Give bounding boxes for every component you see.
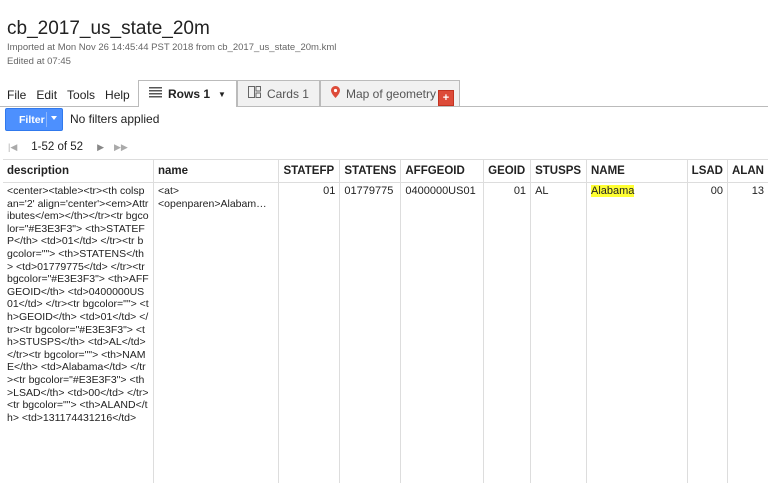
column-header[interactable]: description: [3, 159, 155, 183]
column-header[interactable]: name: [153, 159, 280, 183]
edit-info: Edited at 07:45: [7, 56, 71, 67]
cell-name-line: <at>: [158, 185, 180, 197]
filter-status: No filters applied: [70, 112, 160, 126]
map-pin-icon: [330, 86, 340, 101]
pager-range: 1-52 of 52: [31, 141, 84, 153]
cell-aland[interactable]: 13: [727, 183, 768, 483]
rows-list-icon: [149, 87, 162, 101]
cell-lsad[interactable]: 00: [687, 182, 728, 483]
next-page-icon[interactable]: ▶: [97, 142, 104, 153]
search-highlight: Alabama: [590, 185, 635, 197]
cell-stusps[interactable]: AL: [530, 182, 587, 483]
add-tab-button[interactable]: +: [438, 90, 454, 106]
column-header[interactable]: STUSPS: [530, 159, 587, 183]
tab-rows-label: Rows 1: [168, 87, 211, 101]
menu-file[interactable]: File: [7, 88, 26, 102]
dropdown-caret-icon[interactable]: ▼: [218, 90, 226, 99]
cell-statens[interactable]: 01779775: [339, 182, 402, 483]
column-header[interactable]: LSAD: [687, 159, 728, 183]
tab-map-label: Map of geometry: [345, 86, 437, 101]
menu-tools[interactable]: Tools: [67, 88, 95, 102]
menu-bar: File Edit Tools Help: [7, 88, 130, 102]
data-table: description name STATEFP STATENS AFFGEOI…: [3, 159, 768, 483]
cell-name-upper[interactable]: Alabama: [586, 182, 688, 483]
tab-cards[interactable]: Cards 1: [236, 80, 320, 106]
import-info: Imported at Mon Nov 26 14:45:44 PST 2018…: [7, 42, 337, 53]
view-tabs: Rows 1 ▼ Cards 1 Map of geometry: [138, 80, 460, 107]
cell-name-line: <openparen>Alabam…: [158, 198, 267, 210]
column-header[interactable]: NAME: [586, 159, 688, 183]
column-header[interactable]: STATEFP: [278, 159, 341, 183]
column-header[interactable]: STATENS: [339, 159, 402, 183]
first-page-icon[interactable]: |◀: [8, 142, 17, 153]
cards-icon: [247, 86, 261, 101]
last-page-icon[interactable]: ▶▶: [114, 142, 128, 153]
filter-button[interactable]: Filter: [5, 108, 63, 131]
filter-dropdown-icon[interactable]: [51, 116, 57, 120]
cell-geoid[interactable]: 01: [483, 182, 532, 483]
column-header[interactable]: AFFGEOID: [400, 159, 485, 183]
menu-edit[interactable]: Edit: [36, 88, 57, 102]
header-row: description name STATEFP STATENS AFFGEOI…: [3, 159, 768, 183]
pager: |◀ 1-52 of 52 ▶ ▶▶: [8, 141, 128, 153]
filter-button-label: Filter: [19, 113, 45, 126]
page-title: cb_2017_us_state_20m: [7, 18, 210, 39]
menu-help[interactable]: Help: [105, 88, 130, 102]
column-header[interactable]: GEOID: [483, 159, 532, 183]
tab-cards-label: Cards 1: [266, 86, 309, 101]
cell-description[interactable]: <center><table><tr><th colspan='2' align…: [3, 182, 155, 483]
column-header[interactable]: ALAN: [727, 159, 768, 183]
cell-statefp[interactable]: 01: [278, 182, 341, 483]
tab-rows[interactable]: Rows 1 ▼: [138, 80, 237, 107]
cell-name[interactable]: <at> <openparen>Alabam…: [153, 182, 280, 483]
tab-divider: [0, 106, 768, 107]
cell-affgeoid[interactable]: 0400000US01: [400, 182, 485, 483]
table-row[interactable]: <center><table><tr><th colspan='2' align…: [3, 182, 768, 483]
